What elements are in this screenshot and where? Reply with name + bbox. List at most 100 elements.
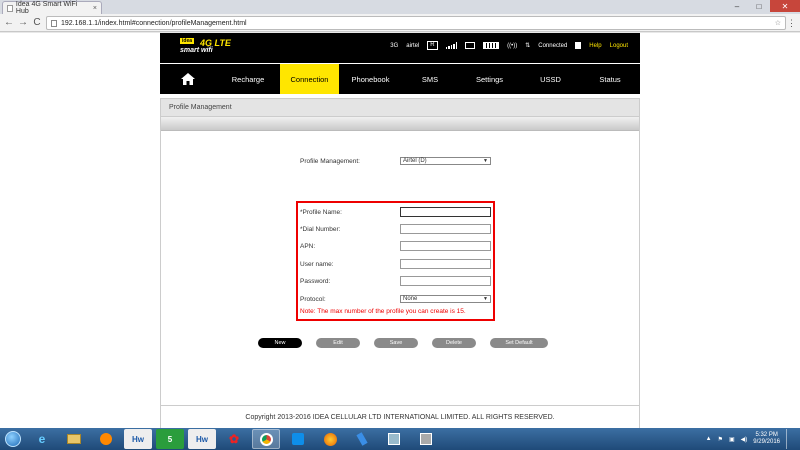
nav-connection[interactable]: Connection [280,64,339,94]
username-input[interactable] [400,259,491,269]
forward-button[interactable]: → [17,17,29,29]
edit-button[interactable]: Edit [316,338,360,348]
page-info-icon[interactable] [51,19,57,27]
url-bar[interactable]: 192.168.1.1/index.html#connection/profil… [46,16,786,30]
system-tray: ▲ ⚑ ▣ ◀) 5:32 PM 9/29/2016 [706,429,800,449]
profile-name-label: *Profile Name: [300,208,342,216]
protocol-select[interactable]: None ▼ [400,295,491,303]
usb-modem-icon[interactable] [348,429,376,449]
editor-icon[interactable] [380,429,408,449]
maximize-button[interactable]: □ [748,0,770,12]
password-label: Password: [300,277,331,285]
page-viewport: idea 4G LTE smart wifi 3G airtel R ((•))… [0,33,800,430]
apn-input[interactable] [400,241,491,251]
page-icon [7,4,13,12]
idea-smartwifi-logo: idea 4G LTE smart wifi [176,38,236,60]
dial-number-label: *Dial Number: [300,225,341,233]
signal-strength-icon [445,42,458,49]
home-icon [181,73,195,85]
bookmark-star-icon[interactable]: ☆ [775,19,781,27]
file-explorer-icon[interactable] [60,429,88,449]
save-button[interactable]: Save [374,338,418,348]
operator-name: airtel [406,42,420,49]
username-label: User name: [300,260,334,268]
show-desktop-button[interactable] [786,429,794,449]
media-player-icon[interactable] [92,429,120,449]
logout-link[interactable]: Logout [610,43,628,49]
connection-status-text: Connected [538,42,568,49]
protocol-label: Protocol: [300,295,326,303]
nav-recharge[interactable]: Recharge [216,64,280,94]
new-button[interactable]: New [258,338,302,348]
nav-ussd[interactable]: USSD [521,64,580,94]
wifi-icon: ((•)) [507,42,518,49]
nav-sms[interactable]: SMS [402,64,458,94]
browser-tab[interactable]: Idea 4G Smart WiFi Hub × [2,1,102,15]
start-button[interactable] [0,428,26,450]
network-tray-icon[interactable]: ▣ [729,436,735,443]
profile-limit-note: Note: The max number of the profile you … [300,308,466,315]
panel-divider-strip [161,117,639,131]
back-button[interactable]: ← [3,17,15,29]
volume-icon[interactable]: ◀) [741,436,748,443]
tray-arrow-icon[interactable]: ▲ [706,436,712,442]
profile-management-select[interactable]: Airtel (D) ▼ [400,157,491,165]
teamviewer-icon[interactable] [284,429,312,449]
tab-close-icon[interactable]: × [93,5,97,12]
logo-idea: idea [180,38,195,44]
battery-icon [483,42,500,49]
browser-menu-icon[interactable]: ⋮ [787,18,796,29]
clock-time: 5:32 PM [755,432,778,438]
router-header: idea 4G LTE smart wifi 3G airtel R ((•))… [160,33,640,63]
app-5-icon[interactable]: 5 [156,429,184,449]
sms-envelope-icon [465,42,476,49]
hw-app-icon-1[interactable]: Hw [124,429,152,449]
firefox-icon[interactable] [316,429,344,449]
help-icon [575,42,582,49]
taskbar-clock[interactable]: 5:32 PM 9/29/2016 [753,432,780,446]
window-controls: – □ ✕ [726,0,800,12]
hw-app-icon-2[interactable]: Hw [188,429,216,449]
connection-status-icon: ⇅ [525,43,531,49]
profile-management-panel: Profile Management Profile Management: A… [160,98,640,430]
dial-number-input[interactable] [400,224,491,234]
close-window-button[interactable]: ✕ [770,0,800,12]
nav-settings[interactable]: Settings [458,64,521,94]
profile-name-input[interactable] [400,207,491,217]
apn-label: APN: [300,242,316,250]
set-default-button[interactable]: Set Default [490,338,548,348]
status-indicators: 3G airtel R ((•)) ⇅ Connected Help Logou… [390,41,628,50]
action-buttons: New Edit Save Delete Set Default [258,338,562,348]
dropdown-arrow-icon: ▼ [483,296,488,302]
url-text: 192.168.1.1/index.html#connection/profil… [61,19,247,27]
profile-management-value: Airtel (D) [403,158,427,164]
windows-logo-icon [5,431,21,447]
logo-smart-wifi: smart wifi [180,47,213,54]
nav-home[interactable] [160,64,216,94]
nav-phonebook[interactable]: Phonebook [339,64,402,94]
dropdown-arrow-icon: ▼ [483,158,488,164]
panel-title: Profile Management [161,99,639,117]
address-toolbar: ← → C 192.168.1.1/index.html#connection/… [0,14,800,32]
chrome-icon[interactable] [252,429,280,449]
huawei-icon[interactable]: ✿ [220,429,248,449]
network-type: 3G [390,42,399,49]
profile-management-label: Profile Management: [300,157,360,165]
reload-button[interactable]: C [31,17,43,29]
password-input[interactable] [400,276,491,286]
roaming-icon: R [427,41,438,50]
ie-icon[interactable]: e [28,429,56,449]
copyright-footer: Copyright 2013-2016 IDEA CELLULAR LTD IN… [160,405,640,429]
main-navigation: Recharge Connection Phonebook SMS Settin… [160,64,640,94]
delete-button[interactable]: Delete [432,338,476,348]
nav-status[interactable]: Status [580,64,640,94]
clock-date: 9/29/2016 [753,439,780,445]
browser-tabstrip: Idea 4G Smart WiFi Hub × – □ ✕ [0,0,800,15]
protocol-value: None [403,296,418,302]
tab-title: Idea 4G Smart WiFi Hub [15,1,78,15]
settings-tool-icon[interactable] [412,429,440,449]
minimize-button[interactable]: – [726,0,748,12]
help-link[interactable]: Help [589,43,601,49]
flag-icon[interactable]: ⚑ [718,436,723,443]
windows-taskbar: e Hw 5 Hw ✿ ▲ ⚑ ▣ ◀) 5:32 PM 9/29/2016 [0,428,800,450]
